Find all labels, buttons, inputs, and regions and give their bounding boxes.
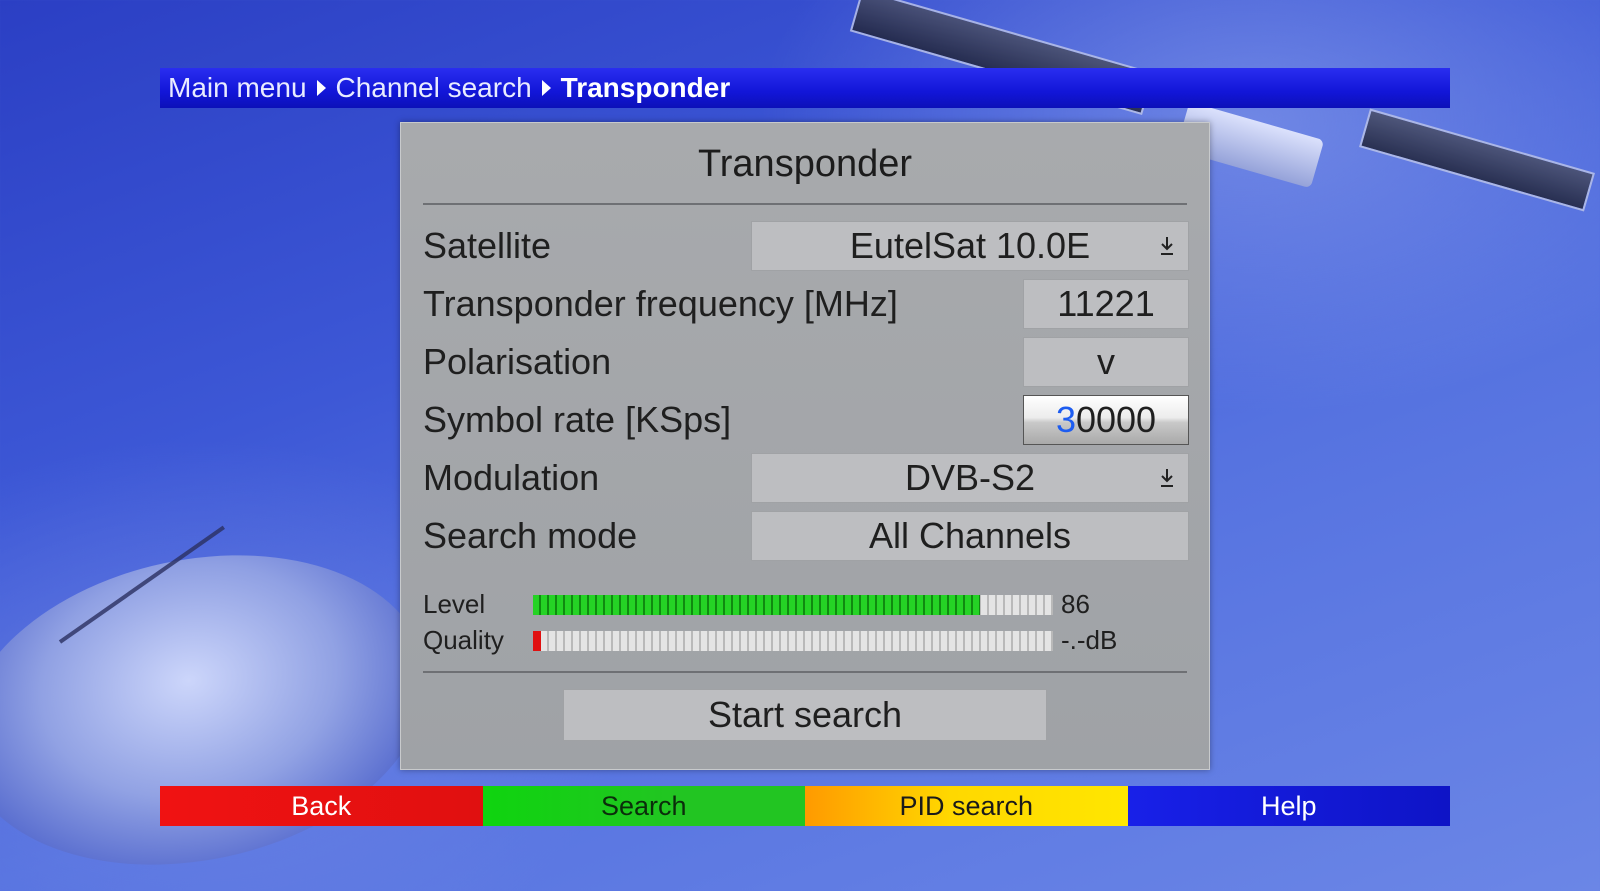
- polarisation-value: v: [1097, 341, 1115, 382]
- breadcrumb-main-menu[interactable]: Main menu: [168, 72, 307, 104]
- breadcrumb-transponder: Transponder: [560, 72, 731, 103]
- breadcrumb: Main menu Channel search Transponder: [160, 68, 1450, 108]
- search-mode-label: Search mode: [423, 515, 638, 556]
- quality-label: Quality: [423, 625, 504, 655]
- frequency-value: 11221: [1057, 283, 1155, 324]
- color-key-bar: Back Search PID search Help: [160, 786, 1450, 826]
- start-search-button[interactable]: Start search: [563, 689, 1047, 741]
- symbol-rate-label: Symbol rate [KSps]: [423, 399, 732, 440]
- modulation-value: DVB-S2: [904, 457, 1036, 498]
- back-button[interactable]: Back: [160, 786, 483, 826]
- dialog-title: Transponder: [697, 143, 913, 185]
- dropdown-arrow-icon: [1161, 237, 1173, 255]
- polarisation-select[interactable]: v: [1023, 337, 1189, 387]
- level-meter: [533, 595, 1053, 615]
- satellite-label: Satellite: [423, 225, 552, 266]
- level-meter-fill: [533, 595, 981, 615]
- search-button[interactable]: Search: [482, 786, 805, 826]
- symbol-rate-cursor-digit: 3: [1055, 399, 1076, 440]
- frequency-label: Transponder frequency [MHz]: [423, 283, 898, 324]
- dropdown-arrow-icon: [1161, 469, 1173, 487]
- satellite-value: EutelSat 10.0E: [849, 225, 1091, 266]
- help-button[interactable]: Help: [1127, 786, 1450, 826]
- quality-value: -.-dB: [1061, 625, 1118, 655]
- search-mode-value: All Channels: [868, 515, 1072, 556]
- level-label: Level: [423, 589, 486, 619]
- quality-meter: [533, 631, 1053, 651]
- modulation-select[interactable]: DVB-S2: [751, 453, 1189, 503]
- pid-search-button[interactable]: PID search: [805, 786, 1128, 826]
- polarisation-label: Polarisation: [423, 341, 612, 382]
- modulation-label: Modulation: [423, 457, 600, 498]
- meter-divider: [423, 671, 1187, 673]
- search-mode-select[interactable]: All Channels: [751, 511, 1189, 561]
- breadcrumb-separator-icon: [541, 80, 551, 96]
- satellite-select[interactable]: EutelSat 10.0E: [751, 221, 1189, 271]
- breadcrumb-separator-icon: [316, 80, 326, 96]
- symbol-rate-value: 0000: [1075, 399, 1157, 440]
- symbol-rate-input[interactable]: 3 0000: [1023, 395, 1189, 445]
- quality-meter-fill: [533, 631, 541, 651]
- breadcrumb-channel-search[interactable]: Channel search: [336, 72, 532, 104]
- title-divider: [423, 203, 1187, 205]
- level-value: 86: [1061, 589, 1090, 619]
- frequency-input[interactable]: 11221: [1023, 279, 1189, 329]
- transponder-dialog: Transponder Satellite EutelSat 10.0E Tra…: [400, 122, 1210, 770]
